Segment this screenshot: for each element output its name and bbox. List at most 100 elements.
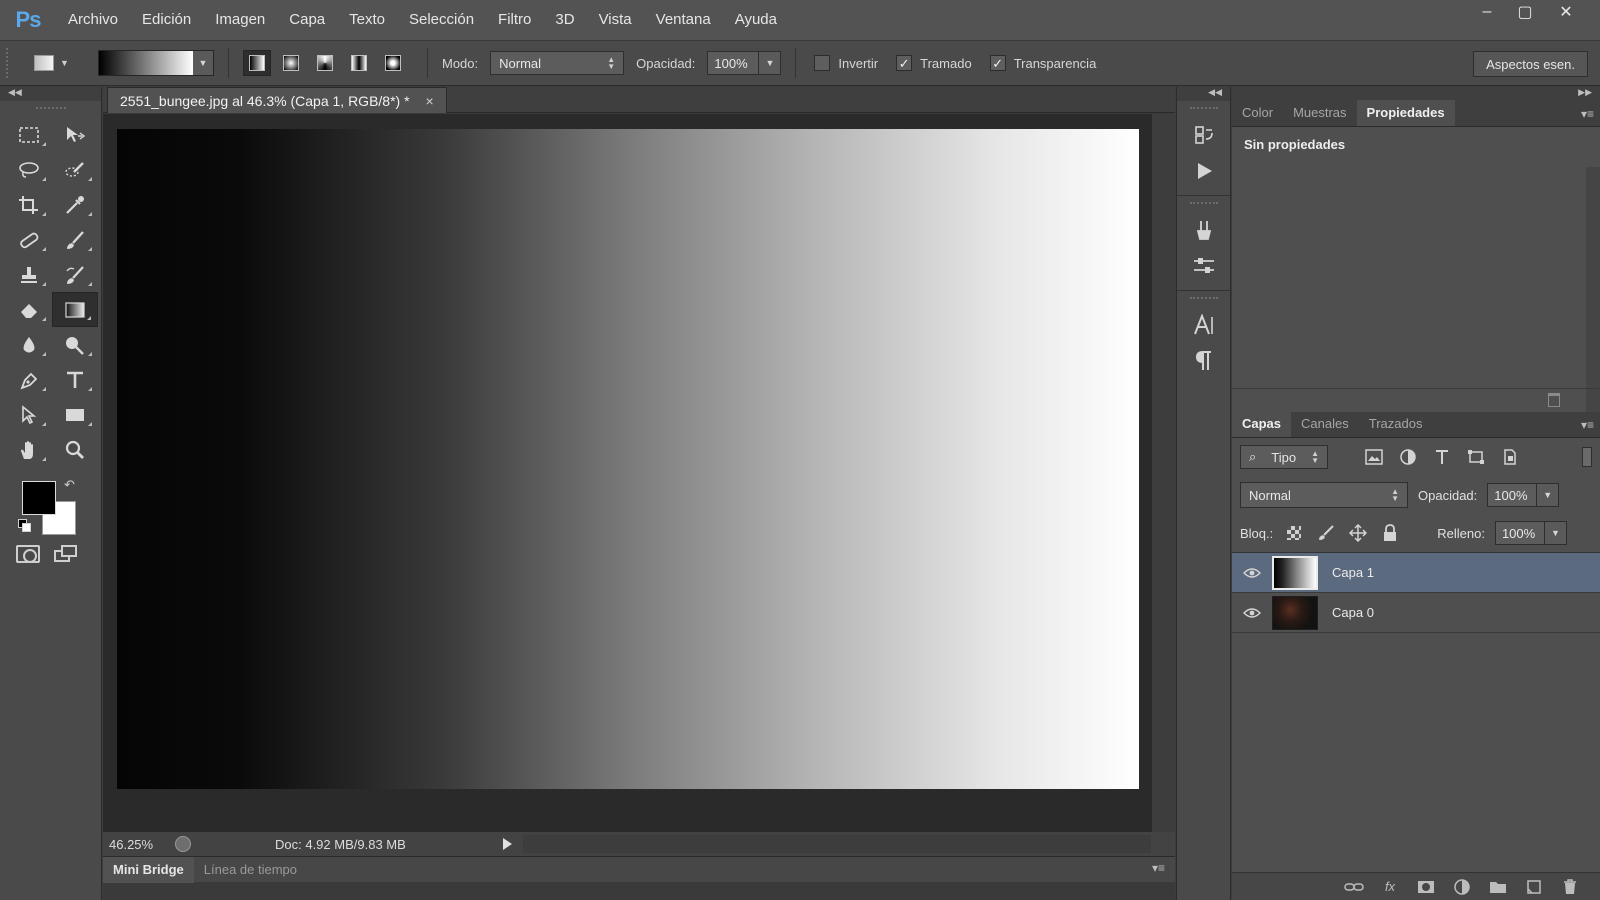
gradient-tool-icon[interactable] [52, 292, 98, 327]
tab-layers[interactable]: Capas [1232, 411, 1292, 437]
eyedropper-tool-icon[interactable] [52, 187, 98, 222]
opacity-input[interactable]: 100% [707, 51, 760, 75]
quick-mask-icon[interactable] [16, 545, 40, 563]
menu-texto[interactable]: Texto [337, 0, 397, 40]
swap-colors-icon[interactable]: ↶ [64, 477, 75, 493]
quick-selection-tool-icon[interactable] [52, 152, 98, 187]
dither-checkbox[interactable]: ✓ Tramado [896, 55, 972, 71]
tools-panel-grip[interactable] [35, 107, 66, 113]
new-layer-icon[interactable] [1524, 878, 1544, 896]
fill-input[interactable]: 100% [1494, 521, 1545, 545]
smart-object-filter-icon[interactable] [1500, 448, 1520, 466]
menu-ayuda[interactable]: Ayuda [723, 0, 789, 40]
lock-position-icon[interactable] [1349, 524, 1368, 542]
foreground-color-swatch[interactable] [22, 481, 56, 515]
adjustments-panel-icon[interactable] [1177, 248, 1230, 284]
reverse-checkbox-box[interactable] [814, 55, 831, 71]
lock-transparent-pixels-icon[interactable] [1285, 524, 1303, 542]
layer-row-capa-1[interactable]: Capa 1 [1232, 553, 1600, 593]
panel-menu-icon[interactable]: ▾≡ [1581, 107, 1594, 121]
tab-timeline[interactable]: Línea de tiempo [194, 857, 307, 883]
canvas[interactable] [117, 129, 1139, 789]
filter-toggle-switch[interactable] [1582, 447, 1592, 467]
collapse-arrows-icon[interactable]: ◀◀ [0, 87, 101, 101]
brush-tool-icon[interactable] [52, 222, 98, 257]
screen-mode-icon[interactable] [54, 545, 78, 563]
reverse-checkbox[interactable]: Invertir [814, 55, 878, 71]
tool-preset-picker[interactable]: ▼ [34, 50, 82, 76]
radial-gradient-button[interactable] [277, 50, 305, 76]
tab-swatches[interactable]: Muestras [1283, 100, 1356, 126]
rectangle-tool-icon[interactable] [52, 397, 98, 432]
layer-thumbnail[interactable] [1272, 555, 1318, 590]
layer-style-fx-icon[interactable]: fx [1380, 878, 1400, 896]
adjustment-layer-filter-icon[interactable] [1398, 448, 1418, 466]
crop-tool-icon[interactable] [6, 187, 52, 222]
trash-icon[interactable] [1560, 878, 1580, 896]
layer-kind-filter[interactable]: ⌕ Tipo ▲ ▼ [1240, 445, 1328, 469]
chevron-down-icon[interactable]: ▼ [193, 51, 213, 75]
diamond-gradient-button[interactable] [379, 50, 407, 76]
panel-menu-icon[interactable]: ▾≡ [1581, 418, 1594, 432]
trash-icon[interactable] [1548, 393, 1560, 407]
menu-seleccion[interactable]: Selección [397, 0, 486, 40]
options-bar-grip[interactable] [6, 48, 14, 78]
close-icon[interactable]: × [426, 93, 434, 109]
healing-brush-tool-icon[interactable] [6, 222, 52, 257]
character-panel-icon[interactable] [1177, 307, 1230, 343]
collapse-arrows-icon[interactable]: ▶▶ [1232, 87, 1600, 101]
document-tab[interactable]: 2551_bungee.jpg al 46.3% (Capa 1, RGB/8*… [107, 87, 447, 113]
checkmark-icon[interactable]: ✓ [989, 55, 1006, 71]
minimize-button[interactable]: – [1470, 0, 1504, 24]
new-group-folder-icon[interactable] [1488, 878, 1508, 896]
transparency-checkbox[interactable]: ✓ Transparencia [989, 55, 1096, 71]
tab-color[interactable]: Color [1232, 100, 1283, 126]
link-layers-icon[interactable] [1344, 878, 1364, 896]
angle-gradient-button[interactable] [311, 50, 339, 76]
checkmark-icon[interactable]: ✓ [896, 55, 913, 71]
menu-3d[interactable]: 3D [543, 0, 586, 40]
expand-arrows-icon[interactable]: ◀◀ [1177, 87, 1230, 101]
blur-tool-icon[interactable] [6, 327, 52, 362]
panel-menu-icon[interactable]: ▾≡ [1152, 861, 1165, 875]
opacity-dropdown-button[interactable]: ▼ [759, 51, 782, 75]
workspace-switcher[interactable]: Aspectos esen. [1473, 51, 1588, 77]
layer-thumbnail[interactable] [1272, 595, 1318, 630]
lasso-tool-icon[interactable] [6, 152, 52, 187]
gradient-picker[interactable]: ▼ [98, 50, 214, 76]
paragraph-panel-icon[interactable] [1177, 343, 1230, 379]
menu-filtro[interactable]: Filtro [486, 0, 543, 40]
gradient-preview[interactable] [99, 51, 193, 75]
dock-grip[interactable] [1189, 107, 1218, 111]
close-window-button[interactable]: ✕ [1546, 0, 1586, 24]
add-mask-icon[interactable] [1416, 878, 1436, 896]
tab-properties[interactable]: Propiedades [1356, 100, 1455, 126]
menu-ventana[interactable]: Ventana [644, 0, 723, 40]
clone-stamp-tool-icon[interactable] [6, 257, 52, 292]
default-colors-icon[interactable] [18, 519, 32, 533]
play-arrow-icon[interactable] [503, 838, 512, 850]
blend-mode-select[interactable]: Normal ▲ ▼ [1240, 482, 1408, 508]
zoom-tool-icon[interactable] [52, 432, 98, 467]
linear-gradient-button[interactable] [243, 50, 271, 76]
zoom-level[interactable]: 46.25% [103, 837, 175, 852]
history-brush-tool-icon[interactable] [52, 257, 98, 292]
fill-dropdown[interactable]: ▼ [1544, 521, 1567, 545]
path-selection-tool-icon[interactable] [6, 397, 52, 432]
maximize-button[interactable]: ▢ [1508, 0, 1542, 24]
layer-row-capa-0[interactable]: Capa 0 [1232, 593, 1600, 633]
layer-opacity-dropdown[interactable]: ▼ [1537, 483, 1560, 507]
visibility-eye-icon[interactable] [1232, 567, 1272, 579]
tab-channels[interactable]: Canales [1291, 411, 1359, 437]
type-layer-filter-icon[interactable] [1432, 448, 1452, 466]
tab-mini-bridge[interactable]: Mini Bridge [103, 856, 194, 883]
history-panel-icon[interactable] [1177, 117, 1230, 153]
vertical-scrollbar[interactable] [1151, 114, 1175, 832]
visibility-eye-icon[interactable] [1232, 607, 1272, 619]
horizontal-scrollbar[interactable] [523, 835, 1151, 853]
dock-grip[interactable] [1189, 297, 1218, 301]
tab-paths[interactable]: Trazados [1359, 411, 1433, 437]
actions-panel-icon[interactable] [1177, 153, 1230, 189]
layer-opacity-input[interactable]: 100% [1487, 483, 1538, 507]
pixel-layer-filter-icon[interactable] [1364, 448, 1384, 466]
